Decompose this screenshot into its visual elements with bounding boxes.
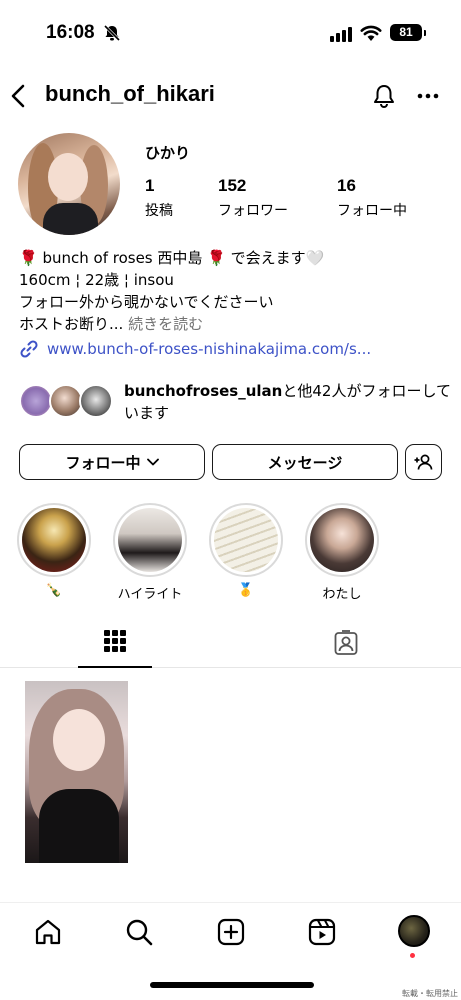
highlight-cover bbox=[310, 508, 374, 572]
following-button[interactable]: フォロー中 bbox=[19, 444, 205, 480]
display-name: ひかり bbox=[145, 144, 191, 162]
highlight-item[interactable]: 🍾 bbox=[14, 503, 94, 601]
bio-line-4: ホストお断り... 続きを読む bbox=[19, 315, 204, 333]
highlight-cover bbox=[214, 508, 278, 572]
profile-username: bunch_of_hikari bbox=[45, 81, 215, 106]
notification-bell-icon[interactable] bbox=[370, 82, 398, 110]
mutual-avatar bbox=[19, 384, 53, 418]
stat-followers-count: 152 bbox=[218, 176, 247, 195]
watermark-text: 転載・転用禁止 bbox=[402, 989, 458, 998]
profile-header: bunch_of_hikari bbox=[0, 76, 461, 116]
bell-off-icon bbox=[103, 24, 121, 42]
status-bar: 16:08 81 bbox=[0, 0, 461, 66]
suggested-people-button[interactable] bbox=[405, 444, 442, 480]
bio-line-2: 160cm ¦ 22歳 ¦ insou bbox=[19, 271, 174, 289]
home-indicator bbox=[150, 982, 314, 988]
white-heart-emoji: 🤍 bbox=[305, 249, 325, 267]
stat-posts[interactable]: 1 投稿 bbox=[145, 176, 173, 220]
more-options-icon[interactable] bbox=[414, 86, 442, 106]
stat-followers[interactable]: 152 フォロワー bbox=[218, 176, 288, 220]
notification-dot bbox=[410, 953, 415, 958]
stat-following[interactable]: 16 フォロー中 bbox=[337, 176, 407, 220]
stat-followers-label: フォロワー bbox=[218, 203, 288, 219]
highlight-label: 🍾 bbox=[45, 583, 63, 598]
mutual-avatar bbox=[79, 384, 113, 418]
message-button[interactable]: メッセージ bbox=[212, 444, 398, 480]
highlight-item[interactable]: わたし bbox=[302, 503, 382, 602]
bio-line-1: 🌹 bunch of roses 西中島 🌹 で会えます🤍 bbox=[19, 249, 325, 267]
bio-line-3: フォロー外から覗かないでくださーい bbox=[19, 293, 274, 311]
search-icon[interactable] bbox=[124, 917, 154, 947]
highlight-ring bbox=[17, 503, 91, 577]
highlight-ring bbox=[113, 503, 187, 577]
grid-icon bbox=[104, 630, 126, 652]
create-post-icon[interactable] bbox=[216, 917, 246, 947]
highlight-label: ハイライト bbox=[117, 587, 183, 602]
highlight-label: 🥇 bbox=[237, 583, 255, 598]
wifi-icon bbox=[360, 25, 382, 41]
status-time: 16:08 bbox=[46, 22, 95, 43]
highlight-ring bbox=[305, 503, 379, 577]
stat-posts-count: 1 bbox=[145, 176, 155, 195]
chevron-down-icon bbox=[146, 458, 159, 466]
stat-following-count: 16 bbox=[337, 176, 356, 195]
highlight-item[interactable]: ハイライト bbox=[110, 503, 190, 602]
highlight-ring bbox=[209, 503, 283, 577]
battery-tip bbox=[424, 30, 426, 36]
profile-avatar[interactable] bbox=[18, 133, 120, 235]
add-person-icon bbox=[414, 454, 432, 470]
mutual-avatar bbox=[49, 384, 83, 418]
post-thumbnail[interactable] bbox=[25, 681, 128, 863]
back-arrow-icon[interactable] bbox=[8, 80, 30, 112]
tagged-person-icon bbox=[334, 630, 358, 655]
highlight-label: わたし bbox=[322, 587, 362, 602]
link-icon bbox=[20, 340, 38, 358]
read-more-link[interactable]: 続きを読む bbox=[123, 315, 203, 333]
battery-indicator: 81 bbox=[390, 24, 422, 41]
tab-posts-grid[interactable] bbox=[78, 620, 152, 668]
cellular-signal-icon bbox=[330, 26, 352, 42]
rose-emoji: 🌹 bbox=[19, 249, 38, 267]
bio-link-text: www.bunch-of-roses-nishinakajima.com/s..… bbox=[47, 340, 372, 358]
profile-bio: 🌹 bunch of roses 西中島 🌹 で会えます🤍 160cm ¦ 22… bbox=[19, 247, 439, 335]
highlight-item[interactable]: 🥇 bbox=[206, 503, 286, 601]
mutual-followers-text: bunchofroses_ulanと他42人がフォローしています bbox=[124, 382, 451, 422]
rose-emoji: 🌹 bbox=[207, 249, 226, 267]
bio-link[interactable]: www.bunch-of-roses-nishinakajima.com/s..… bbox=[19, 338, 371, 360]
stat-following-label: フォロー中 bbox=[337, 203, 407, 219]
reels-icon[interactable] bbox=[307, 917, 337, 947]
mutual-followers[interactable]: bunchofroses_ulanと他42人がフォローしています bbox=[19, 380, 451, 424]
highlight-cover bbox=[22, 508, 86, 572]
profile-tabs bbox=[0, 620, 461, 668]
tab-tagged[interactable] bbox=[310, 620, 384, 668]
stat-posts-label: 投稿 bbox=[145, 203, 173, 219]
highlight-cover bbox=[118, 508, 182, 572]
profile-nav-avatar[interactable] bbox=[398, 915, 430, 947]
home-icon[interactable] bbox=[33, 917, 63, 947]
